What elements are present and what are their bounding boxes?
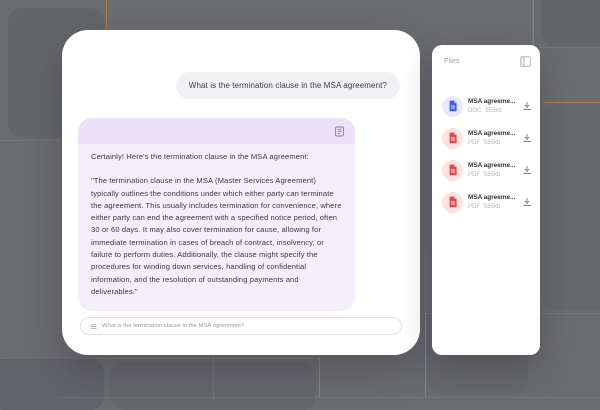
bg-tile [0,358,104,410]
file-type-icon [442,128,463,149]
file-sub: PDF 555kb [468,204,522,210]
file-sub: DOC 555kb [468,108,522,114]
bg-accent-line [319,358,320,397]
file-type-icon [442,96,463,117]
bg-grid-line [0,358,320,359]
bg-accent-line [425,314,426,397]
download-icon[interactable] [522,165,532,175]
file-size: 555kb [484,172,500,178]
bg-tile [541,104,600,310]
bg-tile [541,0,600,46]
assistant-message-bubble: Certainly! Here's the termination clause… [78,118,355,311]
files-list: MSA agreeme... DOC 555kb MSA agreeme [432,90,540,218]
app-background: { "chat": { "user_message": "What is the… [0,0,600,400]
download-icon[interactable] [522,197,532,207]
file-meta: MSA agreeme... PDF 555kb [468,162,522,178]
panel-toggle-icon[interactable] [520,56,531,67]
bg-grid-line [60,397,600,398]
files-panel-header: Files [432,45,540,67]
chat-card: What is the termination clause in the MS… [62,30,420,355]
file-sub: PDF 555kb [468,172,522,178]
file-meta: MSA agreeme... DOC 555kb [468,98,522,114]
file-size: 555kb [485,108,501,114]
file-type: PDF [468,172,480,178]
file-row[interactable]: MSA agreeme... PDF 555kb [432,186,540,218]
file-name: MSA agreeme... [468,130,522,137]
bg-grid-line [425,250,426,314]
chat-input[interactable] [102,323,392,329]
file-meta: MSA agreeme... PDF 555kb [468,194,522,210]
bg-accent-line [533,0,534,46]
file-name: MSA agreeme... [468,194,522,201]
files-panel-title: Files [444,58,460,65]
file-meta: MSA agreeme... PDF 555kb [468,130,522,146]
file-type: PDF [468,204,480,210]
file-type-icon [442,160,463,181]
file-row[interactable]: MSA agreeme... DOC 555kb [432,90,540,122]
file-size: 555kb [484,140,500,146]
files-panel: Files MSA agreeme... DOC 555kb [432,45,540,355]
file-sub: PDF 555kb [468,140,522,146]
file-type: DOC [468,108,481,114]
assistant-intro-text: Certainly! Here's the termination clause… [91,151,342,163]
assistant-bubble-header [78,118,355,144]
assistant-message-body: Certainly! Here's the termination clause… [78,144,355,311]
file-name: MSA agreeme... [468,98,522,105]
list-lines-icon [90,323,97,330]
chat-input-bar[interactable] [80,317,402,335]
assistant-quote-text: "The termination clause in the MSA (Mast… [91,175,342,298]
download-icon[interactable] [522,133,532,143]
file-row[interactable]: MSA agreeme... PDF 555kb [432,154,540,186]
user-message-text: What is the termination clause in the MS… [189,81,387,90]
file-type: PDF [468,140,480,146]
bg-accent-line [543,102,600,103]
document-icon[interactable] [334,126,345,137]
download-icon[interactable] [522,101,532,111]
file-row[interactable]: MSA agreeme... PDF 555kb [432,122,540,154]
file-name: MSA agreeme... [468,162,522,169]
user-message-bubble: What is the termination clause in the MS… [176,72,400,99]
file-type-icon [442,192,463,213]
file-size: 555kb [484,204,500,210]
